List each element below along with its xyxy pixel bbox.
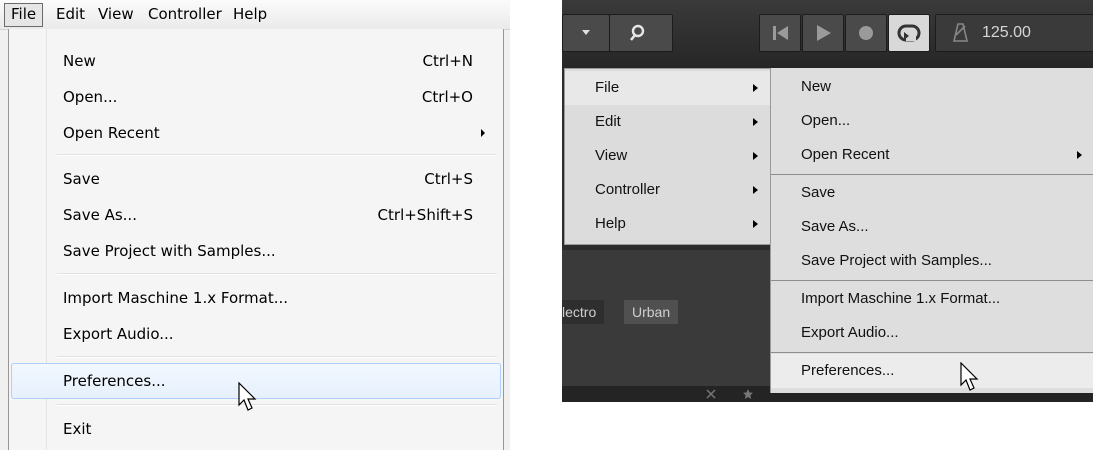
file-submenu: New Open... Open Recent Save Save As... … [770,68,1093,393]
menu-separator [57,154,497,156]
submenu-save-as[interactable]: Save As... [771,210,1093,244]
close-icon[interactable] [705,388,717,400]
search-button[interactable] [609,14,673,52]
menu-item-save-as[interactable]: Save As... Ctrl+Shift+S [11,197,499,233]
menu-item-label: Export Audio... [801,324,899,341]
menu-item-shortcut: Ctrl+N [422,52,473,70]
menu-item-shortcut: Ctrl+S [424,170,473,188]
submenu-arrow-icon [1077,151,1082,159]
menu-item-shortcut: Ctrl+Shift+S [377,206,473,224]
menu-item-exit[interactable]: Exit [11,411,499,447]
tempo-display[interactable]: 125.00 [935,14,1093,52]
submenu-arrow-icon [753,220,758,228]
main-menu-view[interactable]: View [565,139,770,173]
menu-item-label: Edit [595,113,621,130]
menu-separator [771,280,1093,281]
maschine-menu-screenshot: 125.00 lectro Urban File Edit View Contr… [562,0,1093,402]
menu-separator [57,404,497,406]
menu-item-label: Controller [595,181,661,198]
menu-separator [771,352,1093,353]
submenu-save-project-with-samples[interactable]: Save Project with Samples... [771,244,1093,278]
submenu-save[interactable]: Save [771,176,1093,210]
mouse-cursor-icon [960,362,979,391]
record-icon [859,26,873,40]
star-icon[interactable] [742,388,754,400]
submenu-export-audio[interactable]: Export Audio... [771,316,1093,350]
submenu-new[interactable]: New [771,70,1093,104]
submenu-import-maschine[interactable]: Import Maschine 1.x Format... [771,282,1093,316]
menu-item-label: Open... [801,112,851,129]
main-menu-edit[interactable]: Edit [565,105,770,139]
menu-item-export-audio[interactable]: Export Audio... [11,316,499,352]
menu-separator [57,356,497,358]
submenu-arrow-icon [753,186,758,194]
menu-dropdown-button[interactable] [562,14,610,52]
windows-menu-screenshot: File Edit View Controller Help New Ctrl+… [0,0,510,450]
menu-item-label: New [801,78,832,95]
menu-item-label: Save [63,170,100,188]
menu-separator [771,174,1093,175]
main-menu-help[interactable]: Help [565,207,770,241]
menu-separator [57,273,497,275]
menu-item-label: Preferences... [801,362,895,379]
menu-item-label: Open Recent [801,146,890,163]
menu-item-label: Import Maschine 1.x Format... [63,289,289,307]
menu-item-label: Open Recent [63,124,160,142]
menu-item-import-maschine[interactable]: Import Maschine 1.x Format... [11,280,499,316]
menu-item-save[interactable]: Save Ctrl+S [11,161,499,197]
play-button[interactable] [802,14,844,52]
menu-item-label: Help [595,215,626,232]
menu-item-new[interactable]: New Ctrl+N [11,43,499,79]
submenu-open-recent[interactable]: Open Recent [771,138,1093,172]
mouse-cursor-icon [238,382,257,411]
menu-item-label: Save As... [63,206,137,224]
submenu-arrow-icon [753,118,758,126]
menubar-view[interactable]: View [92,3,140,25]
menubar-help[interactable]: Help [227,3,273,25]
tempo-value: 125.00 [982,24,1031,41]
main-menu: File Edit View Controller Help [564,68,771,245]
submenu-arrow-icon [481,129,485,137]
menubar-controller[interactable]: Controller [142,3,228,25]
skip-to-start-button[interactable] [759,14,801,52]
menu-item-save-project-with-samples[interactable]: Save Project with Samples... [11,233,499,269]
main-menu-controller[interactable]: Controller [565,173,770,207]
menu-item-open[interactable]: Open... Ctrl+O [11,79,499,115]
menubar-file[interactable]: File [4,3,44,27]
menu-item-label: Import Maschine 1.x Format... [801,290,1001,307]
menu-item-label: Export Audio... [63,325,174,343]
menu-item-open-recent[interactable]: Open Recent [11,115,499,151]
menu-item-label: View [595,147,628,164]
menu-item-label: Exit [63,420,92,438]
transport-bar: 125.00 [562,0,1093,68]
submenu-open[interactable]: Open... [771,104,1093,138]
menu-item-label: Save [801,184,836,201]
menubar-edit[interactable]: Edit [50,3,91,25]
submenu-preferences[interactable]: Preferences... [771,354,1093,388]
menu-item-label: New [63,52,96,70]
record-button[interactable] [845,14,887,52]
menu-item-label: Save Project with Samples... [63,242,276,260]
main-menu-file[interactable]: File [565,71,770,105]
menu-bar: File Edit View Controller Help [0,0,510,30]
loop-icon [897,24,921,42]
tag-electro[interactable]: lectro [562,300,605,324]
metronome-icon [952,23,969,42]
menu-item-label: Open... [63,88,118,106]
search-icon [629,24,645,41]
skip-back-icon [773,26,788,40]
play-icon [817,25,831,41]
menu-item-shortcut: Ctrl+O [421,88,473,106]
menu-item-label: Save As... [801,218,869,235]
chevron-down-icon [582,30,590,35]
tag-urban[interactable]: Urban [624,300,679,324]
submenu-arrow-icon [753,84,758,92]
menu-item-label: File [595,79,620,96]
submenu-arrow-icon [753,152,758,160]
menu-item-label: Save Project with Samples... [801,252,992,269]
loop-button[interactable] [888,14,930,52]
menu-item-label: Preferences... [63,372,166,390]
